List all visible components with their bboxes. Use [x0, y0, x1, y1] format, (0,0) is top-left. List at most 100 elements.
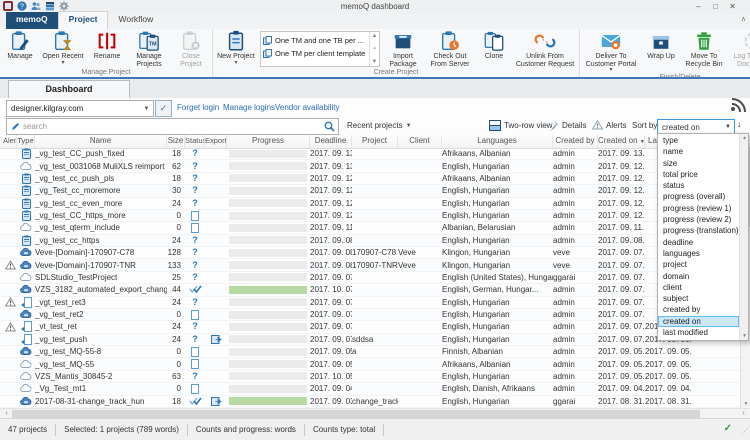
template-item-2[interactable]: One TM per client template: [263, 47, 369, 60]
sort-option[interactable]: progress (review 1): [658, 203, 739, 214]
server-combobox[interactable]: designer.kilgray.com ▼: [6, 100, 154, 117]
sort-option[interactable]: project: [658, 259, 739, 270]
col-created-on[interactable]: Created on ▼: [598, 135, 645, 148]
deliver-to-customer-portal-button[interactable]: Deliver To Customer Portal ▾: [581, 30, 641, 73]
col-status[interactable]: Status: [185, 135, 205, 148]
table-row[interactable]: 2017-08-31-change_track_hun182017. 09. 0…: [0, 396, 740, 408]
table-row[interactable]: _vgt_test_ret324?2017. 09. 07.English, H…: [0, 297, 740, 309]
table-row[interactable]: _vg_test_ret202017. 09. 07.English, Hung…: [0, 309, 740, 321]
manage-projects-button[interactable]: TM Manage Projects: [127, 30, 171, 68]
tab-dashboard[interactable]: Dashboard: [8, 80, 130, 99]
col-project[interactable]: Project: [352, 135, 398, 148]
tab-memoq[interactable]: memoQ: [6, 12, 58, 29]
manage-logins-link[interactable]: Manage logins: [223, 103, 275, 112]
sort-option[interactable]: type: [658, 135, 739, 146]
tab-workflow[interactable]: Workflow: [108, 12, 163, 29]
clone-button[interactable]: Clone: [476, 30, 512, 61]
connect-server-button[interactable]: ✓: [155, 100, 172, 117]
sort-option[interactable]: subject: [658, 293, 739, 304]
sort-dropdown-scrollbar[interactable]: ▲ ▼: [739, 134, 748, 340]
resize-grip[interactable]: ⋰: [741, 428, 748, 436]
table-row[interactable]: _vg_test_CC_push_fixed18?2017. 09. 13.Af…: [0, 148, 740, 160]
table-row[interactable]: _vg_test_push24?2017. 09. 07.sddsaEnglis…: [0, 334, 740, 346]
alerts-button[interactable]: Alerts: [592, 120, 626, 130]
col-deadline[interactable]: Deadline: [310, 135, 352, 148]
sort-option[interactable]: domain: [658, 271, 739, 282]
table-row[interactable]: _vg_test_cc_https24?2017. 09. 08.English…: [0, 235, 740, 247]
table-row[interactable]: _Vg_Test_mt102017. 09. 04.English, Danis…: [0, 383, 740, 395]
news-feed-icon[interactable]: [731, 98, 747, 115]
wrap-up-button[interactable]: Wrap Up: [641, 30, 681, 61]
table-row[interactable]: _vg_test_qterm_include02017. 09. 11.Alba…: [0, 222, 740, 234]
col-alert[interactable]: Alert: [3, 135, 17, 148]
sort-option[interactable]: progress (overall): [658, 191, 739, 202]
template-item-1[interactable]: One TM and one TB per ...: [263, 34, 369, 47]
new-project-button[interactable]: New Project ▾: [214, 30, 258, 66]
col-languages[interactable]: Languages: [442, 135, 553, 148]
horizontal-scrollbar-thumb[interactable]: [12, 410, 700, 418]
details-button[interactable]: Details: [549, 120, 586, 131]
template-spinner[interactable]: ▲▪▼: [369, 32, 379, 66]
rename-button[interactable]: Rename: [87, 30, 127, 61]
scroll-left-icon[interactable]: ‹: [1, 409, 12, 418]
two-row-view-button[interactable]: Two-row view: [489, 120, 552, 131]
dropdown-scroll-down-icon[interactable]: ▼: [740, 333, 750, 339]
col-created-by[interactable]: Created by: [553, 135, 598, 148]
dropdown-scroll-up-icon[interactable]: ▲: [740, 135, 750, 141]
sort-option[interactable]: last modified: [658, 327, 739, 338]
table-row[interactable]: _vg_test_CC_https_more02017. 09. 12.Engl…: [0, 210, 740, 222]
sort-option[interactable]: client: [658, 282, 739, 293]
table-row[interactable]: Veve-[Domain]-170907-C78128?2017. 09. 08…: [0, 247, 740, 259]
col-client[interactable]: Client: [398, 135, 442, 148]
status-project-count: 47 projects: [0, 424, 56, 436]
sort-option[interactable]: deadline: [658, 237, 739, 248]
table-row[interactable]: VZS_3182_automated_export_change_t...442…: [0, 284, 740, 296]
unlink-from-customer-request-button[interactable]: Unlink From Customer Request: [512, 30, 578, 68]
table-row[interactable]: _vg_test_0031068 MuliXLS reimport fails6…: [0, 160, 740, 172]
sort-option[interactable]: created on: [658, 316, 739, 327]
table-row[interactable]: SDLStudio_TestProject25?2017. 09. 07.Eng…: [0, 272, 740, 284]
sort-option[interactable]: size: [658, 158, 739, 169]
sort-option[interactable]: name: [658, 146, 739, 157]
sort-option[interactable]: languages: [658, 248, 739, 259]
progress-bar: [229, 199, 307, 207]
minimize-button[interactable]: –: [691, 1, 706, 12]
recent-projects-dropdown[interactable]: Recent projects▼: [347, 121, 412, 130]
open-recent-button[interactable]: Open Recent ▾: [39, 30, 87, 66]
project-name: VZS_3182_automated_export_change_t...: [35, 284, 167, 295]
tab-project[interactable]: Project: [58, 11, 109, 29]
col-progress[interactable]: Progress: [227, 135, 310, 148]
table-row[interactable]: _vt_test_ret24?2017. 09. 07.English, Hun…: [0, 321, 740, 333]
scroll-down-icon[interactable]: ▼: [741, 401, 750, 407]
close-button[interactable]: ✕: [725, 1, 740, 12]
sort-option[interactable]: status: [658, 180, 739, 191]
sort-option[interactable]: created by: [658, 304, 739, 315]
return-package-icon: [21, 334, 32, 345]
table-row[interactable]: VZS_Mantis_30845-263?2017. 10. 05.Englis…: [0, 371, 740, 383]
sort-option[interactable]: total price: [658, 169, 739, 180]
manage-button[interactable]: Manage: [1, 30, 39, 61]
col-size[interactable]: Size: [167, 135, 185, 148]
search-input[interactable]: search: [6, 118, 339, 135]
vendor-availability-link[interactable]: Vendor availability: [275, 103, 339, 112]
forget-login-link[interactable]: Forget login: [177, 103, 219, 112]
collapse-ribbon-icon[interactable]: ∧: [741, 15, 746, 23]
sort-option[interactable]: progress (translation): [658, 225, 739, 236]
col-name[interactable]: Name: [35, 135, 167, 148]
col-type[interactable]: Type: [17, 135, 35, 148]
search-icon[interactable]: [324, 121, 338, 132]
maximize-button[interactable]: □: [708, 1, 723, 12]
check-out-from-server-button[interactable]: Check Out From Server: [424, 30, 476, 68]
table-row[interactable]: Veve-[Domain]-170907-TNR133?2017. 09. 08…: [0, 259, 740, 271]
scroll-right-icon[interactable]: ›: [738, 409, 749, 418]
sort-option[interactable]: progress (review 2): [658, 214, 739, 225]
table-row[interactable]: _vg_test_MQ-5502017. 09. 05.Afrikaans, A…: [0, 358, 740, 370]
move-to-recycle-bin-button[interactable]: Move To Recycle Bin: [681, 30, 727, 68]
col-export[interactable]: Export: [205, 135, 227, 148]
table-row[interactable]: _vg_test_cc_push_pls18?2017. 09. 12.Afri…: [0, 173, 740, 185]
table-row[interactable]: _vg_test_cc_even_more24?2017. 09. 12.Eng…: [0, 198, 740, 210]
table-row[interactable]: _vg_test_MQ-55-802017. 09. 05.aFinnish, …: [0, 346, 740, 358]
import-package-button[interactable]: Import Package: [382, 30, 424, 68]
table-row[interactable]: _vg_Test_cc_moremore30?2017. 09. 12.Engl…: [0, 185, 740, 197]
sort-direction-button[interactable]: ↓: [737, 119, 742, 129]
